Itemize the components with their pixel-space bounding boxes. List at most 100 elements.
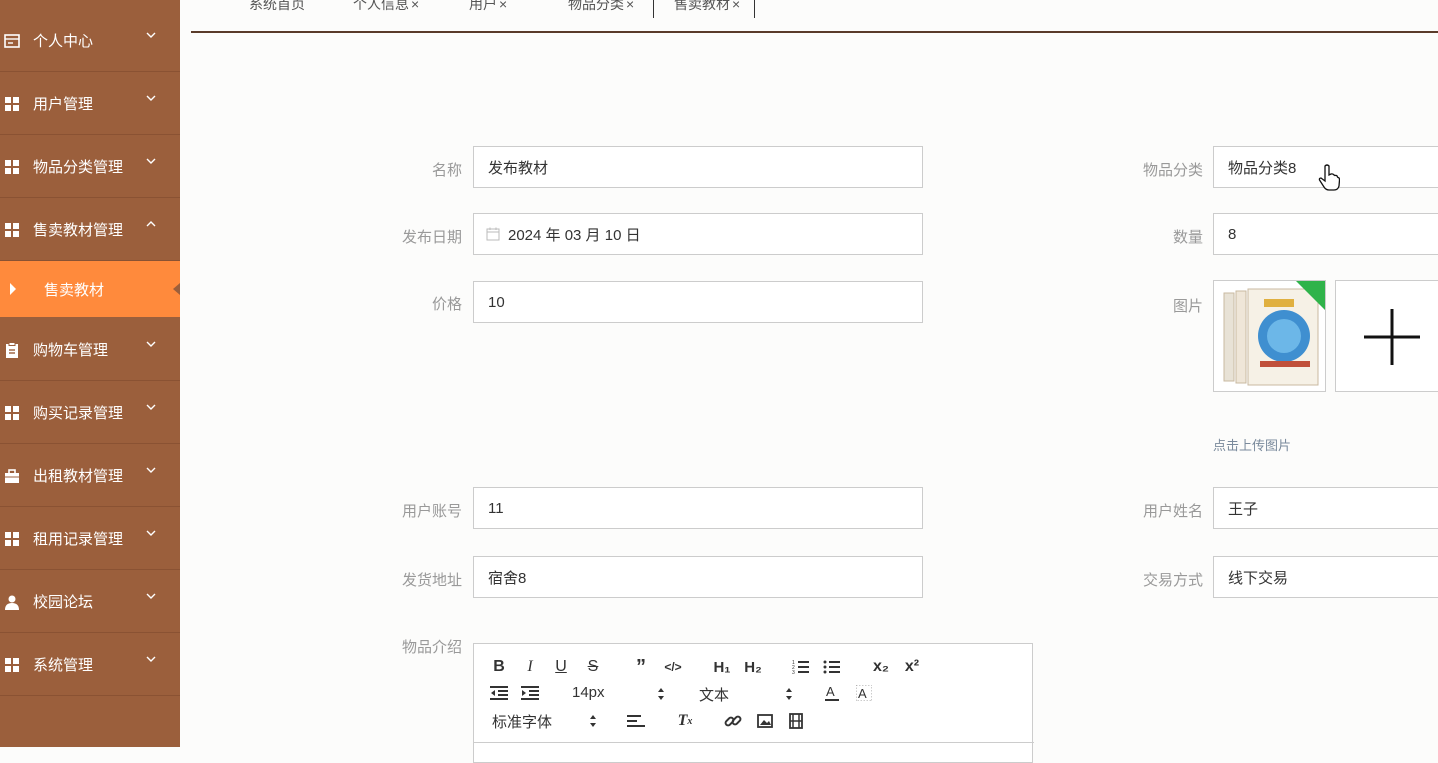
tab-home[interactable]: 系统首页 bbox=[249, 0, 305, 18]
close-icon[interactable]: × bbox=[732, 0, 740, 12]
link-icon[interactable] bbox=[722, 710, 744, 732]
user-name-value: 王子 bbox=[1228, 500, 1259, 518]
bullet-list-icon[interactable] bbox=[821, 656, 843, 678]
user-account-value: 11 bbox=[488, 499, 504, 517]
sidebar-subitem-label: 售卖教材 bbox=[44, 281, 105, 299]
user-account-label: 用户账号 bbox=[401, 503, 462, 520]
chevron-down-icon bbox=[146, 530, 156, 536]
trade-method-select[interactable]: 线下交易 bbox=[1213, 556, 1438, 598]
image-icon[interactable] bbox=[754, 710, 776, 732]
tab-users[interactable]: 用户 × bbox=[469, 0, 507, 18]
background-color-icon[interactable]: A bbox=[853, 682, 875, 704]
tab-label: 售卖教材 bbox=[674, 0, 730, 12]
grid-icon bbox=[3, 95, 21, 113]
strikethrough-icon[interactable]: S bbox=[582, 656, 604, 678]
sidebar-item-label: 购买记录管理 bbox=[33, 405, 124, 422]
tab-sell-textbook[interactable]: 售卖教材 × bbox=[653, 0, 756, 18]
svg-text:3: 3 bbox=[792, 670, 795, 675]
video-icon[interactable] bbox=[785, 710, 807, 732]
grid-icon bbox=[3, 530, 21, 548]
user-icon bbox=[3, 593, 21, 611]
rich-text-editor[interactable]: B I U S ” </> H₁ H₂ 123 x₂ x² 14px 文本 A … bbox=[473, 643, 1034, 763]
sidebar-item-8[interactable]: 租用记录管理 bbox=[0, 508, 180, 570]
sidebar-item-label: 物品分类管理 bbox=[33, 159, 124, 176]
price-label: 价格 bbox=[431, 296, 462, 313]
quantity-value: 8 bbox=[1228, 225, 1237, 243]
subscript-icon[interactable]: x₂ bbox=[870, 656, 892, 678]
ship-address-input[interactable]: 宿舍8 bbox=[473, 556, 923, 598]
heading2-icon[interactable]: H₂ bbox=[740, 656, 766, 678]
clipboard-icon bbox=[3, 341, 21, 359]
name-value: 发布教材 bbox=[488, 159, 549, 177]
sidebar-item-label: 个人中心 bbox=[33, 33, 94, 50]
bold-icon[interactable]: B bbox=[488, 656, 510, 678]
sidebar-item-10[interactable]: 系统管理 bbox=[0, 634, 180, 696]
sidebar-subitem-sell-textbook[interactable]: 售卖教材 bbox=[0, 261, 180, 317]
italic-icon[interactable]: I bbox=[519, 656, 541, 678]
book-cover-image bbox=[1214, 281, 1325, 391]
sidebar-item-4[interactable]: 售卖教材管理 bbox=[0, 199, 180, 261]
quantity-input[interactable]: 8 bbox=[1213, 213, 1438, 255]
sidebar-item-1[interactable]: 个人中心 bbox=[0, 10, 180, 72]
block-type-select[interactable]: 文本 bbox=[699, 684, 729, 705]
select-arrows-icon bbox=[786, 688, 792, 700]
sidebar-item-label: 出租教材管理 bbox=[33, 468, 124, 485]
sidebar-item-9[interactable]: 校园论坛 bbox=[0, 571, 180, 633]
sidebar-item-2[interactable]: 用户管理 bbox=[0, 73, 180, 135]
uploaded-image-thumbnail[interactable] bbox=[1213, 280, 1326, 392]
tab-bar: 系统首页 个人信息 × 用户 × 物品分类 × 售卖教材 × bbox=[191, 0, 1438, 33]
user-account-input[interactable]: 11 bbox=[473, 487, 923, 529]
user-name-label: 用户姓名 bbox=[1142, 503, 1203, 520]
briefcase-icon bbox=[3, 467, 21, 485]
blockquote-icon[interactable]: ” bbox=[630, 656, 652, 678]
active-notch-icon bbox=[173, 283, 180, 295]
sidebar-item-5[interactable]: 购物车管理 bbox=[0, 319, 180, 381]
price-input[interactable]: 10 bbox=[473, 281, 923, 323]
underline-icon[interactable]: U bbox=[550, 656, 572, 678]
sidebar-item-7[interactable]: 出租教材管理 bbox=[0, 445, 180, 507]
indent-icon[interactable] bbox=[519, 682, 541, 704]
tab-profile[interactable]: 个人信息 × bbox=[353, 0, 419, 18]
name-input[interactable]: 发布教材 bbox=[473, 146, 923, 188]
category-value: 物品分类8 bbox=[1228, 159, 1297, 177]
tab-label: 物品分类 bbox=[568, 0, 624, 12]
ordered-list-icon[interactable]: 123 bbox=[790, 656, 812, 678]
publish-date-input[interactable]: 2024 年 03 月 10 日 bbox=[473, 213, 923, 255]
chevron-down-icon bbox=[146, 404, 156, 410]
quantity-label: 数量 bbox=[1172, 229, 1203, 246]
sidebar-item-6[interactable]: 购买记录管理 bbox=[0, 382, 180, 444]
close-icon[interactable]: × bbox=[411, 0, 419, 12]
font-family-select[interactable]: 标准字体 bbox=[492, 711, 552, 732]
publish-date-value: 2024 年 03 月 10 日 bbox=[508, 226, 641, 244]
font-size-select[interactable]: 14px bbox=[572, 684, 605, 701]
sidebar-item-3[interactable]: 物品分类管理 bbox=[0, 136, 180, 198]
close-icon[interactable]: × bbox=[499, 0, 507, 12]
upload-hint[interactable]: 点击上传图片 bbox=[1213, 435, 1291, 454]
sidebar: 个人中心用户管理物品分类管理售卖教材管理 购物车管理购买记录管理 出租教材管理租用记… bbox=[0, 0, 180, 747]
tab-label: 个人信息 bbox=[353, 0, 409, 12]
calendar-icon bbox=[486, 227, 500, 241]
code-icon[interactable]: </> bbox=[662, 656, 684, 678]
trade-method-value: 线下交易 bbox=[1228, 569, 1289, 587]
plus-icon bbox=[1364, 309, 1420, 365]
chevron-down-icon bbox=[146, 656, 156, 662]
select-arrows-icon bbox=[658, 688, 664, 700]
sidebar-item-label: 系统管理 bbox=[33, 657, 94, 674]
sidebar-item-label: 校园论坛 bbox=[33, 594, 94, 611]
superscript-icon[interactable]: x² bbox=[901, 656, 923, 678]
heading1-icon[interactable]: H₁ bbox=[709, 656, 735, 678]
chevron-down-icon bbox=[146, 32, 156, 38]
clear-format-icon[interactable]: Tx bbox=[674, 710, 696, 732]
close-icon[interactable]: × bbox=[626, 0, 634, 12]
add-image-button[interactable] bbox=[1335, 280, 1438, 392]
tab-category[interactable]: 物品分类 × bbox=[568, 0, 634, 18]
grid-icon bbox=[3, 656, 21, 674]
tab-label: 用户 bbox=[469, 0, 497, 12]
svg-text:A: A bbox=[826, 684, 835, 699]
outdent-icon[interactable] bbox=[488, 682, 510, 704]
editor-toolbar-divider bbox=[474, 742, 1034, 743]
font-color-icon[interactable]: A bbox=[821, 682, 843, 704]
user-name-input[interactable]: 王子 bbox=[1213, 487, 1438, 529]
chevron-down-icon bbox=[146, 341, 156, 347]
align-icon[interactable] bbox=[625, 710, 647, 732]
